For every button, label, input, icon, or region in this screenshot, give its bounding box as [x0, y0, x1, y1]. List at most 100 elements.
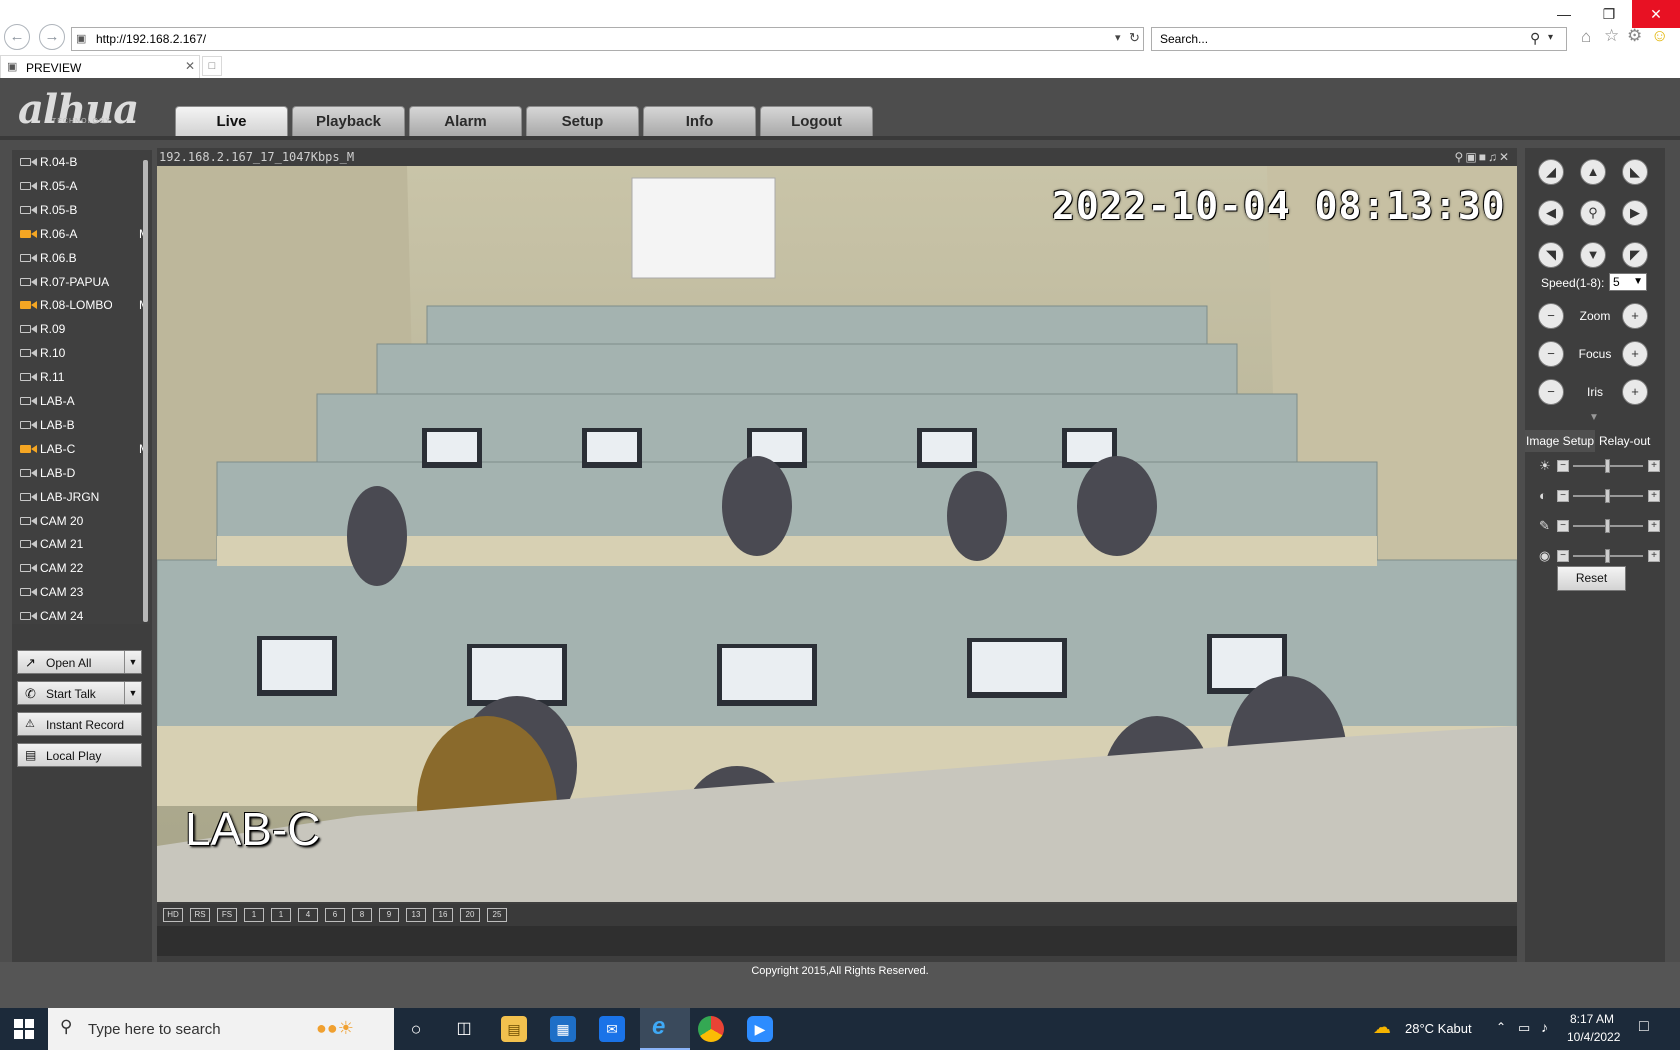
clock-time[interactable]: 8:17 AM — [1570, 1012, 1614, 1026]
camera-list-item[interactable]: R.04-B — [20, 151, 148, 173]
contrast-plus[interactable]: + — [1648, 490, 1660, 502]
layout-button-fullscreen[interactable]: FS — [217, 908, 237, 922]
ptz-up-right-button[interactable]: ◣ — [1622, 159, 1648, 185]
clock-date[interactable]: 10/4/2022 — [1567, 1030, 1620, 1044]
weather-text[interactable]: 28°C Kabut — [1405, 1021, 1472, 1036]
address-bar[interactable]: ▣ http://192.168.2.167/ ▾ ↻ — [71, 27, 1144, 51]
contrast-slider[interactable]: ◐ − + — [1539, 487, 1663, 505]
weather-icon[interactable]: ☁ — [1373, 1017, 1391, 1038]
layout-button-20[interactable]: 20 — [460, 908, 480, 922]
refresh-icon[interactable]: ↻ — [1129, 30, 1140, 46]
browser-search-field[interactable]: Search... ⚲ ▾ — [1151, 27, 1567, 51]
tab-playback[interactable]: Playback — [292, 106, 405, 136]
camera-list[interactable]: R.04-B R.05-A R.05-B R.06-AM R.06.B R.07-PAPU… — [12, 150, 150, 624]
saturation-minus[interactable]: − — [1557, 520, 1569, 532]
focus-minus-button[interactable]: − — [1538, 341, 1564, 367]
layout-button-9[interactable]: 9 — [379, 908, 399, 922]
settings-gear-icon[interactable]: ⚙ — [1627, 26, 1642, 46]
layout-button-16[interactable]: 16 — [433, 908, 453, 922]
hue-minus[interactable]: − — [1557, 550, 1569, 562]
ptz-auto-button[interactable]: ⚲ — [1580, 200, 1606, 226]
camera-list-item[interactable]: CAM 21 — [20, 533, 148, 555]
camera-list-item[interactable]: LAB-CM — [20, 438, 149, 460]
home-icon[interactable]: ⌂ — [1581, 27, 1591, 47]
camera-list-item[interactable]: R.06.B — [20, 247, 148, 269]
layout-button-hd[interactable]: HD — [163, 908, 183, 922]
layout-button-1-wide[interactable]: 1 — [244, 908, 264, 922]
local-play-button[interactable]: ▤ Local Play — [17, 743, 142, 767]
camera-list-item[interactable]: R.09 — [20, 318, 148, 340]
speed-select[interactable]: 5 ▼ — [1609, 273, 1647, 291]
layout-button-6[interactable]: 6 — [325, 908, 345, 922]
camera-list-item[interactable]: CAM 24 — [20, 605, 148, 624]
layout-button-13[interactable]: 13 — [406, 908, 426, 922]
zoom-app-icon[interactable]: ▶ — [747, 1016, 773, 1042]
search-icon[interactable]: ⚲ — [1530, 30, 1540, 47]
open-all-button[interactable]: ↗ Open All ▼ — [17, 650, 142, 674]
forward-button[interactable]: → — [39, 24, 65, 50]
tab-relay-out[interactable]: Relay-out — [1599, 430, 1661, 452]
brightness-slider[interactable]: ☀ − + — [1539, 457, 1663, 475]
start-talk-dropdown-icon[interactable]: ▼ — [124, 682, 141, 704]
back-button[interactable]: ← — [4, 24, 30, 50]
ptz-down-button[interactable]: ▼ — [1580, 242, 1606, 268]
file-explorer-icon[interactable]: ▤ — [501, 1016, 527, 1042]
camera-list-item[interactable]: CAM 23 — [20, 581, 148, 603]
ptz-up-button[interactable]: ▲ — [1580, 159, 1606, 185]
brightness-minus[interactable]: − — [1557, 460, 1569, 472]
audio-icon[interactable]: ♫ — [1488, 150, 1499, 164]
ptz-up-left-button[interactable]: ◢ — [1538, 159, 1564, 185]
browser-tab[interactable]: ▣ PREVIEW ✕ — [0, 55, 200, 78]
saturation-slider[interactable]: ✎ − + — [1539, 517, 1663, 535]
camera-list-item[interactable]: R.05-B — [20, 199, 148, 221]
volume-icon[interactable]: ♪ — [1541, 1019, 1548, 1035]
tab-close-icon[interactable]: ✕ — [185, 59, 195, 73]
search-dropdown-icon[interactable]: ▾ — [1548, 32, 1553, 43]
tab-alarm[interactable]: Alarm — [409, 106, 522, 136]
task-view-icon[interactable]: ◫ — [451, 1016, 477, 1042]
ptz-right-button[interactable]: ▶ — [1622, 200, 1648, 226]
camera-list-item[interactable]: R.10 — [20, 342, 148, 364]
zoom-icon[interactable]: ⚲ — [1455, 150, 1466, 164]
chrome-icon[interactable] — [698, 1016, 724, 1042]
hue-slider[interactable]: ◉ − + — [1539, 547, 1663, 565]
slider-thumb[interactable] — [1605, 459, 1610, 473]
brightness-plus[interactable]: + — [1648, 460, 1660, 472]
hue-plus[interactable]: + — [1648, 550, 1660, 562]
internet-explorer-taskbar-item[interactable]: e — [640, 1008, 690, 1050]
camera-list-scrollbar[interactable] — [143, 160, 148, 622]
collapse-arrow-icon[interactable]: ▼ — [1589, 412, 1599, 423]
restore-button[interactable]: ❐ — [1586, 0, 1632, 28]
favorites-star-icon[interactable]: ☆ — [1604, 26, 1619, 46]
windows-start-icon[interactable] — [14, 1019, 34, 1039]
open-all-dropdown-icon[interactable]: ▼ — [124, 651, 141, 673]
slider-thumb[interactable] — [1605, 489, 1610, 503]
mail-icon[interactable]: ✉ — [599, 1016, 625, 1042]
tab-logout[interactable]: Logout — [760, 106, 873, 136]
iris-plus-button[interactable]: + — [1622, 379, 1648, 405]
focus-plus-button[interactable]: + — [1622, 341, 1648, 367]
tab-image-setup[interactable]: Image Setup — [1525, 430, 1595, 452]
microsoft-store-icon[interactable]: ▦ — [550, 1016, 576, 1042]
tab-setup[interactable]: Setup — [526, 106, 639, 136]
start-talk-button[interactable]: ✆ Start Talk ▼ — [17, 681, 142, 705]
slider-thumb[interactable] — [1605, 519, 1610, 533]
camera-list-item[interactable]: R.07-PAPUA — [20, 271, 148, 293]
zoom-minus-button[interactable]: − — [1538, 303, 1564, 329]
camera-list-item[interactable]: LAB-D — [20, 462, 148, 484]
cortana-icon[interactable]: ○ — [403, 1016, 429, 1042]
feedback-smiley-icon[interactable]: ☺ — [1651, 26, 1668, 46]
notification-icon[interactable]: □ — [1639, 1018, 1649, 1036]
ptz-down-right-button[interactable]: ◤ — [1622, 242, 1648, 268]
camera-list-item[interactable]: R.08-LOMBOKM — [20, 294, 149, 316]
saturation-plus[interactable]: + — [1648, 520, 1660, 532]
slider-thumb[interactable] — [1605, 549, 1610, 563]
camera-list-item[interactable]: LAB-A — [20, 390, 148, 412]
layout-button-4[interactable]: 4 — [298, 908, 318, 922]
ptz-down-left-button[interactable]: ◥ — [1538, 242, 1564, 268]
layout-button-1[interactable]: 1 — [271, 908, 291, 922]
layout-button-25[interactable]: 25 — [487, 908, 507, 922]
camera-list-item[interactable]: CAM 20 — [20, 510, 148, 532]
tray-expand-icon[interactable]: ⌃ — [1496, 1020, 1506, 1034]
contrast-minus[interactable]: − — [1557, 490, 1569, 502]
